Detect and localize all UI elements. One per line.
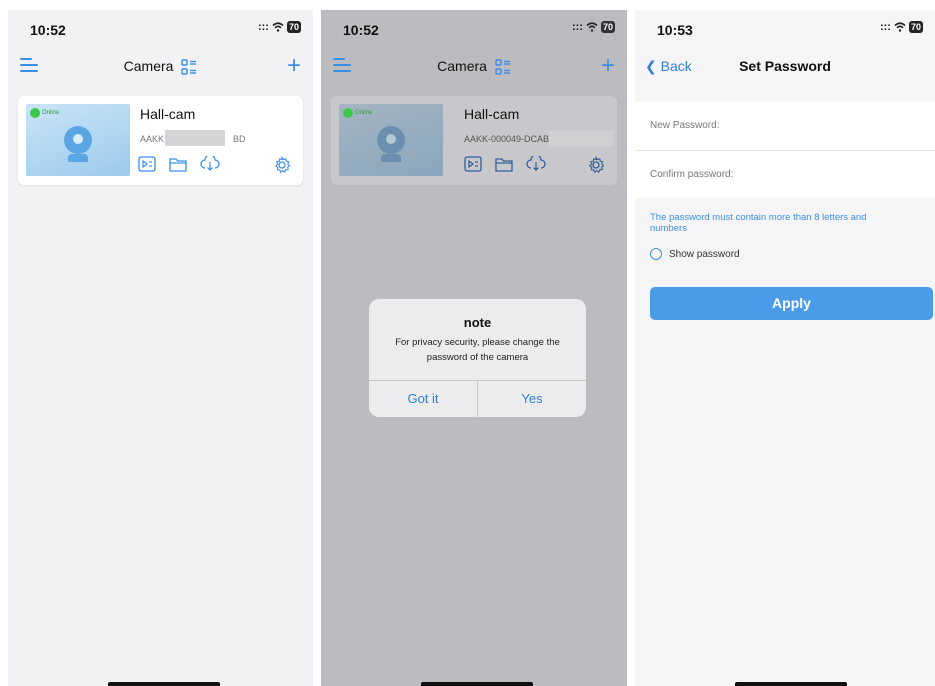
- yes-button[interactable]: Yes: [477, 381, 586, 417]
- device-name: Hall-cam: [464, 106, 520, 122]
- battery-icon: 70: [286, 21, 301, 33]
- battery-icon: 70: [908, 21, 923, 33]
- device-id: AAKK-000049-DCABI: [464, 134, 552, 144]
- alert-title: note: [463, 315, 492, 330]
- add-icon[interactable]: +: [601, 52, 615, 80]
- status-time: 10:53: [657, 22, 693, 38]
- status-time: 10:52: [343, 22, 379, 38]
- status-bar: 10:52 ::: 70: [8, 10, 313, 46]
- confirm-password-field[interactable]: Confirm password:: [635, 150, 935, 198]
- battery-icon: 70: [600, 21, 615, 33]
- signal-icon: :::: [571, 21, 583, 33]
- redacted-block: [165, 130, 225, 146]
- home-indicator: [421, 682, 533, 686]
- folder-icon: [495, 158, 513, 172]
- add-icon[interactable]: +: [287, 52, 301, 80]
- status-bar: 10:53 ::: 70: [635, 10, 935, 46]
- show-password-label: Show password: [669, 248, 740, 260]
- nav-bar: ❮ Back Set Password: [635, 50, 935, 86]
- wifi-icon: [586, 22, 598, 32]
- home-indicator: [735, 682, 847, 686]
- cloud-icon[interactable]: [200, 156, 220, 172]
- apply-button[interactable]: Apply: [650, 287, 933, 320]
- status-time: 10:52: [30, 22, 66, 38]
- wifi-icon: [272, 22, 284, 32]
- device-card: Online Hall-cam AAKK-000049-DCABI: [331, 96, 617, 185]
- view-toggle-icon[interactable]: [181, 59, 197, 75]
- got-it-button[interactable]: Got it: [369, 381, 477, 417]
- camera-list-screen: 10:52 ::: 70 Camera + Online Hall-cam AA…: [8, 10, 313, 686]
- set-password-screen: 10:53 ::: 70 ❮ Back Set Password New Pas…: [635, 10, 935, 686]
- signal-icon: :::: [257, 21, 269, 33]
- camera-list-alert-screen: 10:52 ::: 70 Camera + Online Hall-cam AA…: [321, 10, 627, 686]
- device-thumbnail[interactable]: Online: [26, 104, 130, 176]
- nav-bar: Camera +: [321, 50, 627, 86]
- home-indicator: [108, 682, 220, 686]
- password-hint: The password must contain more than 8 le…: [650, 212, 867, 234]
- online-status-dot: [30, 108, 40, 118]
- redacted-block: [549, 131, 613, 147]
- show-password-toggle[interactable]: Show password: [650, 248, 740, 260]
- page-title: Camera: [123, 58, 174, 74]
- cloud-icon: [526, 156, 546, 171]
- playback-icon[interactable]: [138, 156, 156, 172]
- device-id-start: AAKK: [140, 134, 165, 144]
- online-status-label: Online: [42, 110, 60, 116]
- wifi-icon: [894, 22, 906, 32]
- device-name: Hall-cam: [140, 106, 196, 122]
- new-password-field[interactable]: New Password:: [635, 102, 935, 150]
- device-thumbnail: Online: [339, 104, 443, 176]
- device-id-end: BD: [233, 134, 246, 144]
- radio-icon[interactable]: [650, 248, 662, 260]
- signal-icon: :::: [879, 21, 891, 33]
- nav-bar: Camera +: [8, 50, 313, 86]
- camera-icon: [64, 126, 92, 154]
- status-bar: 10:52 ::: 70: [321, 10, 627, 46]
- view-toggle-icon[interactable]: [495, 59, 511, 75]
- settings-gear-icon: [588, 156, 605, 174]
- page-title: Set Password: [739, 58, 831, 74]
- camera-icon: [377, 126, 405, 154]
- page-title: Camera: [437, 58, 487, 74]
- settings-gear-icon[interactable]: [273, 156, 291, 174]
- playback-icon: [464, 156, 482, 172]
- online-status-dot: [343, 108, 353, 118]
- privacy-alert-dialog: note For privacy security, please change…: [369, 299, 586, 417]
- device-card[interactable]: Online Hall-cam AAKK BD: [18, 96, 303, 185]
- alert-message: For privacy security, please change the …: [395, 337, 560, 363]
- folder-icon[interactable]: [169, 156, 187, 172]
- online-status-label: Online: [355, 110, 373, 116]
